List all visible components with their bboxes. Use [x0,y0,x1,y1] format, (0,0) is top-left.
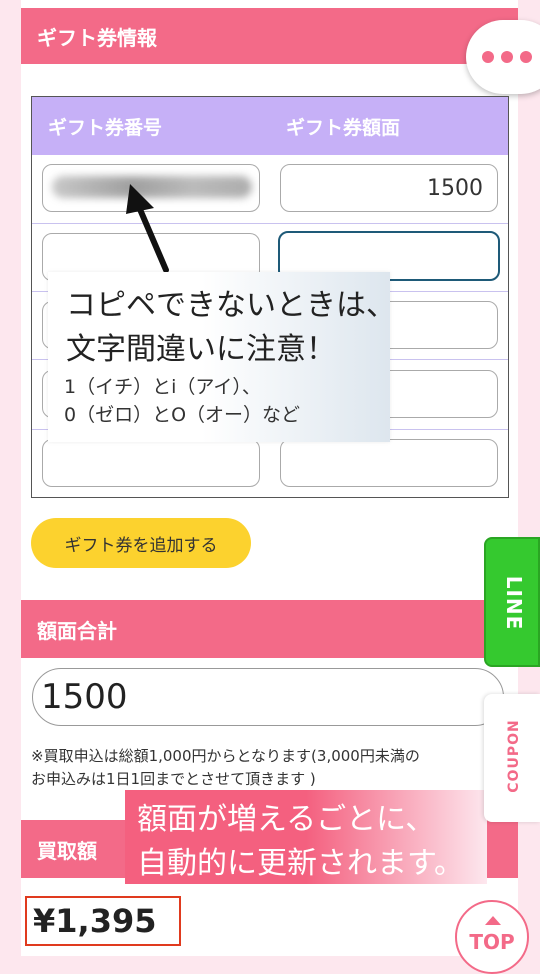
up-triangle-icon [485,916,501,925]
callout-line-1: コピペできないときは、 [66,288,396,323]
update-line-2: 自動的に更新されます。 [137,846,464,881]
total-header: 額面合計 [21,600,518,658]
total-title: 額面合計 [37,618,117,643]
coupon-tab-button[interactable]: COUPON [484,694,540,822]
buy-price-value: ¥1,395 [25,896,181,946]
more-menu-button[interactable] [466,20,540,94]
gift-code-input-5[interactable] [42,439,260,487]
table-header: ギフト券番号 ギフト券額面 [32,97,508,155]
update-line-1: 額面が増えるごとに、 [137,802,436,837]
total-amount-field: 1500 [32,668,504,726]
callout-line-2: 文字間違いに注意！ [66,332,336,367]
more-icon [482,51,494,63]
scroll-top-button[interactable]: TOP [455,900,529,974]
auto-update-callout: 額面が増えるごとに、 自動的に更新されます。 [125,790,487,884]
gift-info-title: ギフト券情報 [37,25,157,50]
row-divider [32,223,508,224]
note-line-1: ※買取申込は総額1,000円からとなります(3,000円未満の [31,747,420,765]
more-icon-dot [501,51,513,63]
top-button-label: TOP [469,930,515,954]
buy-price-title: 買取額 [37,838,97,863]
header-amount: ギフト券額面 [286,117,401,139]
line-tab-button[interactable]: LINE [484,537,540,667]
more-icon-dot [520,51,532,63]
header-code: ギフト券番号 [48,117,163,139]
line-tab-label: LINE [502,575,526,631]
gift-amount-input-5[interactable] [280,439,498,487]
callout-line-3: 1（イチ）とi（アイ）、 [64,376,261,398]
callout-line-4: 0（ゼロ）とO（オー）など [64,404,301,426]
arrow-icon [126,184,169,273]
note-line-2: お申込みは1日1回までとさせて頂きます ) [31,770,316,788]
gift-info-header: ギフト券情報 [21,8,518,64]
copy-warning-callout: コピペできないときは、 文字間違いに注意！ 1（イチ）とi（アイ）、 0（ゼロ）… [48,272,396,442]
gift-amount-input-1[interactable]: 1500 [280,164,498,212]
coupon-tab-label: COUPON [506,719,522,793]
add-gift-card-button[interactable]: ギフト券を追加する [31,518,251,568]
